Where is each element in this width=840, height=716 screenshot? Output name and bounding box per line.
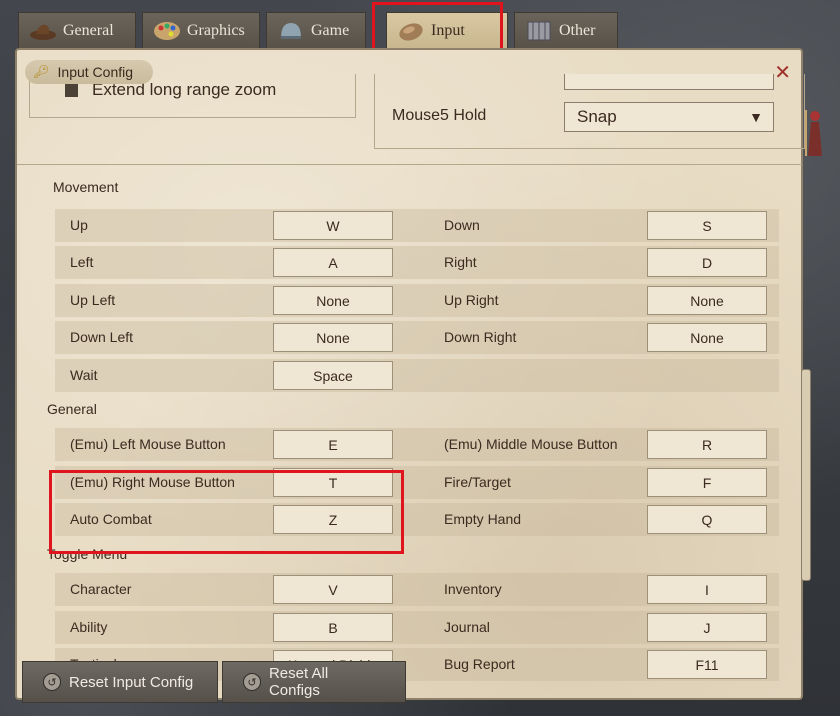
keybind-button[interactable]: T bbox=[273, 468, 393, 497]
reset-icon: ↺ bbox=[243, 673, 261, 691]
palette-icon bbox=[153, 20, 181, 42]
keybind-label: Up Left bbox=[70, 292, 116, 308]
keybind-row: Up Left None Up Right None bbox=[55, 284, 779, 317]
reset-all-configs-button[interactable]: ↺ Reset All Configs bbox=[222, 661, 406, 703]
keybind-button[interactable]: E bbox=[273, 430, 393, 459]
tab-graphics-label: Graphics bbox=[187, 21, 245, 39]
input-config-title: Input Config bbox=[57, 64, 134, 80]
tab-graphics[interactable]: Graphics bbox=[142, 12, 260, 48]
reset-all-configs-label: Reset All Configs bbox=[268, 665, 329, 699]
keybind-label: (Emu) Left Mouse Button bbox=[70, 436, 226, 452]
keybind-row: (Emu) Right Mouse Button T Fire/Target F bbox=[55, 466, 779, 499]
keybind-row: Character V Inventory I bbox=[55, 573, 779, 606]
keybind-button[interactable]: F bbox=[647, 468, 767, 497]
chevron-down-icon: ▼ bbox=[749, 109, 763, 125]
keybind-label: Character bbox=[70, 581, 132, 597]
keybind-label: Right bbox=[444, 254, 477, 270]
tab-other-label: Other bbox=[559, 21, 596, 39]
keybind-button[interactable]: None bbox=[273, 323, 393, 352]
close-icon[interactable]: ✕ bbox=[774, 60, 791, 84]
tab-other[interactable]: Other bbox=[514, 12, 618, 48]
tab-bar: General Graphics Game Input Other bbox=[18, 12, 618, 48]
extend-zoom-checkbox[interactable] bbox=[65, 83, 78, 97]
reset-input-config-label: Reset Input Config bbox=[69, 673, 194, 691]
keybind-label: Down Right bbox=[444, 329, 517, 345]
keybind-row: (Emu) Left Mouse Button E (Emu) Middle M… bbox=[55, 428, 779, 461]
keybind-button[interactable]: Space bbox=[273, 361, 393, 390]
keybind-label: Up bbox=[70, 217, 88, 233]
keybind-label: Inventory bbox=[444, 581, 502, 597]
keybind-button[interactable]: I bbox=[647, 575, 767, 604]
tab-general[interactable]: General bbox=[18, 12, 136, 48]
keybind-label: (Emu) Middle Mouse Button bbox=[444, 436, 618, 452]
keybind-button[interactable]: J bbox=[647, 613, 767, 642]
keybind-button[interactable]: A bbox=[273, 248, 393, 277]
keybind-button[interactable]: W bbox=[273, 211, 393, 240]
keybind-row: Left A Right D bbox=[55, 246, 779, 279]
tab-input[interactable]: Input bbox=[386, 12, 508, 48]
tab-input-label: Input bbox=[431, 21, 465, 39]
mouse5-hold-label: Mouse5 Hold bbox=[392, 107, 487, 124]
helmet-icon bbox=[277, 20, 305, 42]
keybind-button[interactable]: R bbox=[647, 430, 767, 459]
keybind-button[interactable]: None bbox=[647, 286, 767, 315]
keybind-label: Journal bbox=[444, 619, 490, 635]
keybind-row: Ability B Journal J bbox=[55, 611, 779, 644]
keybind-row: Wait Space bbox=[55, 359, 779, 392]
reset-input-config-button[interactable]: ↺ Reset Input Config bbox=[22, 661, 218, 703]
keybind-button[interactable]: V bbox=[273, 575, 393, 604]
section-general: General bbox=[47, 401, 97, 417]
keybind-button[interactable]: None bbox=[647, 323, 767, 352]
partial-select-field[interactable] bbox=[564, 74, 774, 90]
input-config-panel: Extend long range zoom Mouse5 Hold Snap … bbox=[15, 48, 805, 700]
keybind-label: Left bbox=[70, 254, 94, 270]
mouse5-hold-select[interactable]: Snap ▼ bbox=[564, 102, 774, 132]
keybind-label: Auto Combat bbox=[70, 511, 152, 527]
keybind-list[interactable]: Movement Up W Down S Left A Right D Up L… bbox=[17, 164, 802, 700]
key-icon: 🔑︎ bbox=[33, 64, 50, 79]
keybind-label: Ability bbox=[70, 619, 108, 635]
keybind-row: Down Left None Down Right None bbox=[55, 321, 779, 354]
reset-icon: ↺ bbox=[43, 673, 61, 691]
keybind-label: (Emu) Right Mouse Button bbox=[70, 474, 235, 490]
keybind-label: Wait bbox=[70, 367, 98, 383]
mouse5-hold-value: Snap bbox=[577, 107, 617, 126]
keybind-button[interactable]: B bbox=[273, 613, 393, 642]
keybind-row: Up W Down S bbox=[55, 209, 779, 242]
section-movement: Movement bbox=[53, 179, 119, 195]
keybind-label: Down bbox=[444, 217, 480, 233]
scrollbar-thumb[interactable] bbox=[801, 369, 811, 581]
keybind-button[interactable]: D bbox=[647, 248, 767, 277]
section-toggle-menu: Toggle Menu bbox=[47, 546, 128, 562]
keybind-label: Down Left bbox=[70, 329, 134, 345]
keybind-button[interactable]: Q bbox=[647, 505, 767, 534]
mouse-icon bbox=[397, 20, 425, 42]
keybind-label: Empty Hand bbox=[444, 511, 522, 527]
tab-general-label: General bbox=[63, 21, 114, 39]
keybind-button[interactable]: S bbox=[647, 211, 767, 240]
tab-game[interactable]: Game bbox=[266, 12, 366, 48]
hat-icon bbox=[29, 20, 57, 42]
keybind-button[interactable]: Z bbox=[273, 505, 393, 534]
tab-game-label: Game bbox=[311, 21, 350, 39]
keybind-label: Fire/Target bbox=[444, 474, 511, 490]
input-config-header: 🔑︎ Input Config bbox=[25, 60, 154, 84]
keybind-label: Bug Report bbox=[444, 656, 515, 672]
keybind-button[interactable]: F11 bbox=[647, 650, 767, 679]
keybind-button[interactable]: None bbox=[273, 286, 393, 315]
book-icon bbox=[525, 20, 553, 42]
keybind-label: Up Right bbox=[444, 292, 499, 308]
character-figure-icon bbox=[803, 108, 827, 158]
keybind-row: Auto Combat Z Empty Hand Q bbox=[55, 503, 779, 536]
